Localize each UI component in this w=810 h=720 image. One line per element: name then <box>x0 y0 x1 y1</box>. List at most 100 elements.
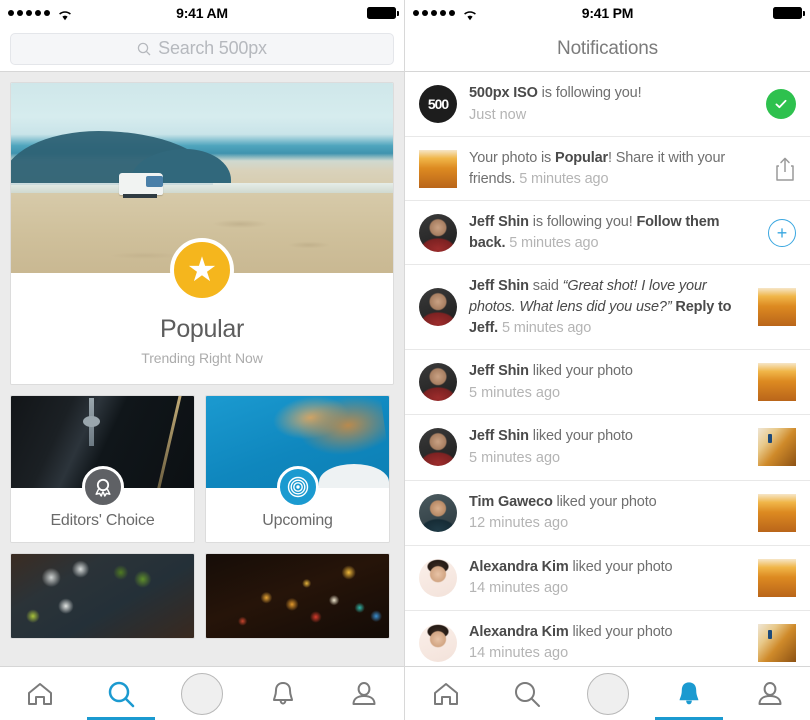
actor-name: Alexandra Kim <box>469 558 569 575</box>
target-rings-icon <box>276 466 319 508</box>
notification-text: Alexandra Kim liked your photo <box>469 622 746 643</box>
notifications-screen: 9:41 PM Notifications 500 500px ISO is f… <box>405 0 810 720</box>
notification-row[interactable]: Your photo is Popular! Share it with you… <box>405 137 810 202</box>
photo-thumbnail[interactable] <box>419 149 457 188</box>
plus-icon: + <box>768 218 796 247</box>
category-card-editors-choice[interactable]: Editors' Choice <box>10 395 195 543</box>
photo-thumbnail[interactable] <box>758 428 796 467</box>
camera-shutter-icon <box>180 672 223 715</box>
notifications-list[interactable]: 500 500px ISO is following you! Just now… <box>405 72 810 666</box>
photo-thumbnail[interactable] <box>758 493 796 532</box>
share-button[interactable] <box>774 156 796 182</box>
notification-text: Jeff Shin liked your photo <box>469 426 746 447</box>
notification-text: 500px ISO is following you! <box>469 83 754 104</box>
notification-row[interactable]: Alexandra Kim liked your photo 14 minute… <box>405 611 810 666</box>
photo-thumbnail[interactable] <box>758 363 796 402</box>
category-card-upcoming[interactable]: Upcoming <box>205 395 390 543</box>
notification-time: 14 minutes ago <box>469 580 569 597</box>
tab-bar-right <box>405 666 810 720</box>
bokeh-cover-photo <box>206 554 389 638</box>
avatar[interactable] <box>419 213 457 252</box>
actor-name: Alexandra Kim <box>469 623 569 640</box>
tab-camera[interactable] <box>162 667 243 720</box>
avatar[interactable] <box>419 288 457 327</box>
category-card-popular[interactable]: ★ Popular Trending Right Now <box>10 82 394 385</box>
avatar[interactable] <box>419 623 457 662</box>
tab-notifications[interactable] <box>648 667 729 720</box>
tab-discover[interactable] <box>81 667 162 720</box>
dual-phone-screenshot: 9:41 AM Search 500px ★ Popular Trending … <box>0 0 810 720</box>
avatar[interactable] <box>419 428 457 467</box>
category-card-food[interactable] <box>10 553 195 639</box>
notification-time: 5 minutes ago <box>501 319 592 336</box>
notification-time: 5 minutes ago <box>519 170 609 187</box>
notification-text: Jeff Shin is following you! Follow them … <box>469 212 756 253</box>
notification-row[interactable]: Tim Gaweco liked your photo 12 minutes a… <box>405 481 810 546</box>
tab-home[interactable] <box>0 667 81 720</box>
page-title: Notifications <box>557 37 658 59</box>
notification-lead-text: Your photo is <box>469 150 556 167</box>
notification-body-text: liked your photo <box>528 428 633 445</box>
notification-time: 5 minutes ago <box>469 449 561 466</box>
camera-shutter-icon <box>586 672 629 715</box>
discover-screen: 9:41 AM Search 500px ★ Popular Trending … <box>0 0 405 720</box>
notification-text: Tim Gaweco liked your photo <box>469 492 746 513</box>
notification-row[interactable]: Jeff Shin liked your photo 5 minutes ago <box>405 350 810 416</box>
photo-thumbnail[interactable] <box>758 623 796 662</box>
card-title-popular: Popular <box>159 315 245 343</box>
notification-body-text: liked your photo <box>552 493 657 510</box>
tab-profile[interactable] <box>729 667 810 720</box>
notification-row[interactable]: 500 500px ISO is following you! Just now <box>405 72 810 138</box>
actor-name: Jeff Shin <box>469 363 529 380</box>
notification-row[interactable]: Jeff Shin said “Great shot! I love your … <box>405 265 810 351</box>
status-bar-right: 9:41 PM <box>405 0 810 26</box>
search-placeholder: Search 500px <box>158 38 267 58</box>
notification-row[interactable]: Alexandra Kim liked your photo 14 minute… <box>405 546 810 611</box>
notification-time: 14 minutes ago <box>469 645 569 662</box>
avatar[interactable] <box>419 493 457 532</box>
status-bar-left: 9:41 AM <box>0 0 404 26</box>
search-icon <box>514 681 540 707</box>
actor-name: Jeff Shin <box>469 214 529 231</box>
person-icon <box>352 681 376 705</box>
battery-icon <box>773 7 805 19</box>
notification-text: Jeff Shin said “Great shot! I love your … <box>469 276 746 338</box>
tab-notifications[interactable] <box>242 667 323 720</box>
notification-body-text: said <box>528 278 563 295</box>
notification-text: Alexandra Kim liked your photo <box>469 557 746 578</box>
avatar[interactable]: 500 <box>419 85 457 124</box>
notifications-header: Notifications <box>405 26 810 72</box>
actor-name: 500px ISO <box>469 85 538 101</box>
accept-check-button[interactable] <box>766 89 796 120</box>
avatar[interactable] <box>419 363 457 402</box>
tab-discover[interactable] <box>486 667 567 720</box>
status-bar-time: 9:41 PM <box>581 5 634 21</box>
search-input[interactable]: Search 500px <box>10 32 394 65</box>
bell-icon <box>679 681 698 704</box>
home-icon <box>28 682 53 705</box>
avatar[interactable] <box>419 558 457 597</box>
tab-camera[interactable] <box>567 667 648 720</box>
notification-time: 5 minutes ago <box>469 384 561 401</box>
search-icon <box>108 681 135 707</box>
category-card-bokeh[interactable] <box>205 553 390 639</box>
discover-feed[interactable]: ★ Popular Trending Right Now Editors' Ch… <box>0 72 404 666</box>
notification-body-text: is following you! <box>528 214 637 231</box>
person-icon <box>758 681 781 705</box>
card-title-editors-choice: Editors' Choice <box>50 512 155 529</box>
follow-back-button[interactable]: + <box>768 218 796 247</box>
notification-body-text: liked your photo <box>568 558 673 575</box>
share-icon <box>776 157 794 181</box>
photo-thumbnail[interactable] <box>758 288 796 327</box>
tab-home[interactable] <box>405 667 486 720</box>
check-icon <box>766 89 796 120</box>
notification-emphasis: Popular <box>555 150 608 167</box>
card-title-upcoming: Upcoming <box>262 512 333 529</box>
notification-row[interactable]: Jeff Shin is following you! Follow them … <box>405 201 810 266</box>
photo-thumbnail[interactable] <box>758 558 796 597</box>
notification-row[interactable]: Jeff Shin liked your photo 5 minutes ago <box>405 415 810 481</box>
star-icon: ★ <box>170 238 234 302</box>
notification-body-text: liked your photo <box>568 623 673 640</box>
tab-profile[interactable] <box>323 667 404 720</box>
status-bar-time: 9:41 AM <box>176 5 228 21</box>
